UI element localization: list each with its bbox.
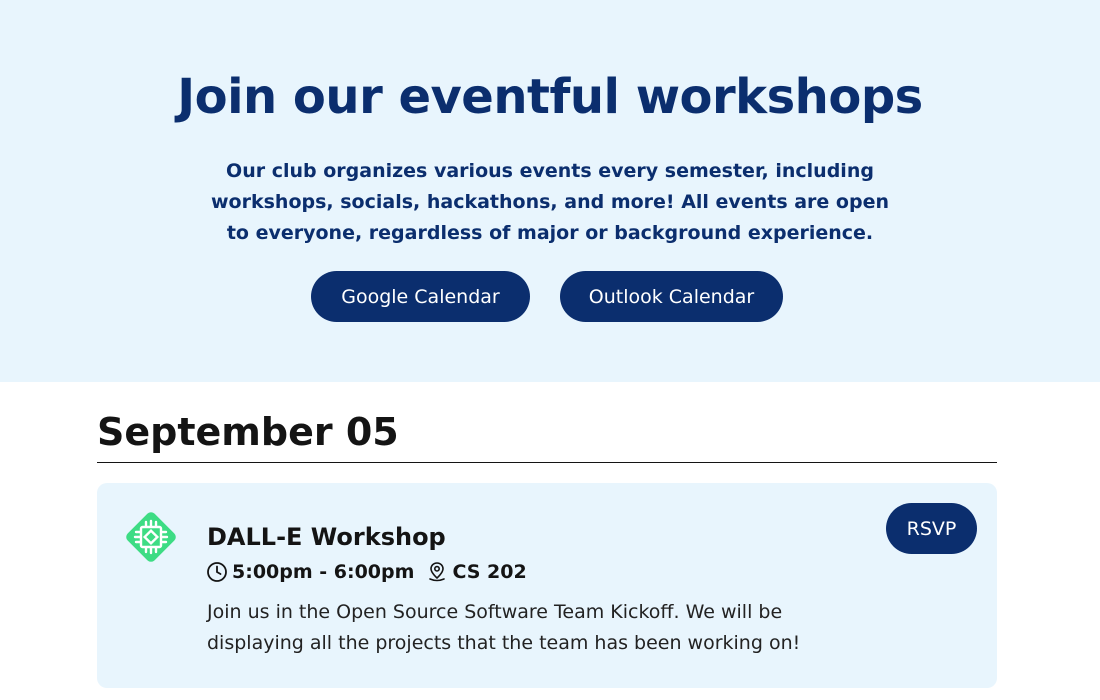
event-time: 5:00pm - 6:00pm [232,561,415,583]
event-title: DALL-E Workshop [207,523,446,551]
clock-icon [207,562,227,582]
event-location: CS 202 [452,561,527,583]
hero-section: Join our eventful workshops Our club org… [0,0,1100,382]
event-description: Join us in the Open Source Software Team… [207,601,801,654]
google-calendar-button[interactable]: Google Calendar [311,271,530,322]
rsvp-button[interactable]: RSVP [886,503,977,554]
ai-chip-icon [126,512,176,562]
date-heading: September 05 [97,410,399,454]
event-card: DALL-E Workshop 5:00pm - 6:00pm CS 202 J… [97,483,997,688]
map-pin-icon [429,562,446,582]
outlook-calendar-button[interactable]: Outlook Calendar [560,271,783,322]
event-meta: 5:00pm - 6:00pm CS 202 [206,559,527,585]
hero-description: Our club organizes various events every … [211,160,889,244]
hero-title: Join our eventful workshops [177,69,923,125]
date-divider [97,462,997,463]
